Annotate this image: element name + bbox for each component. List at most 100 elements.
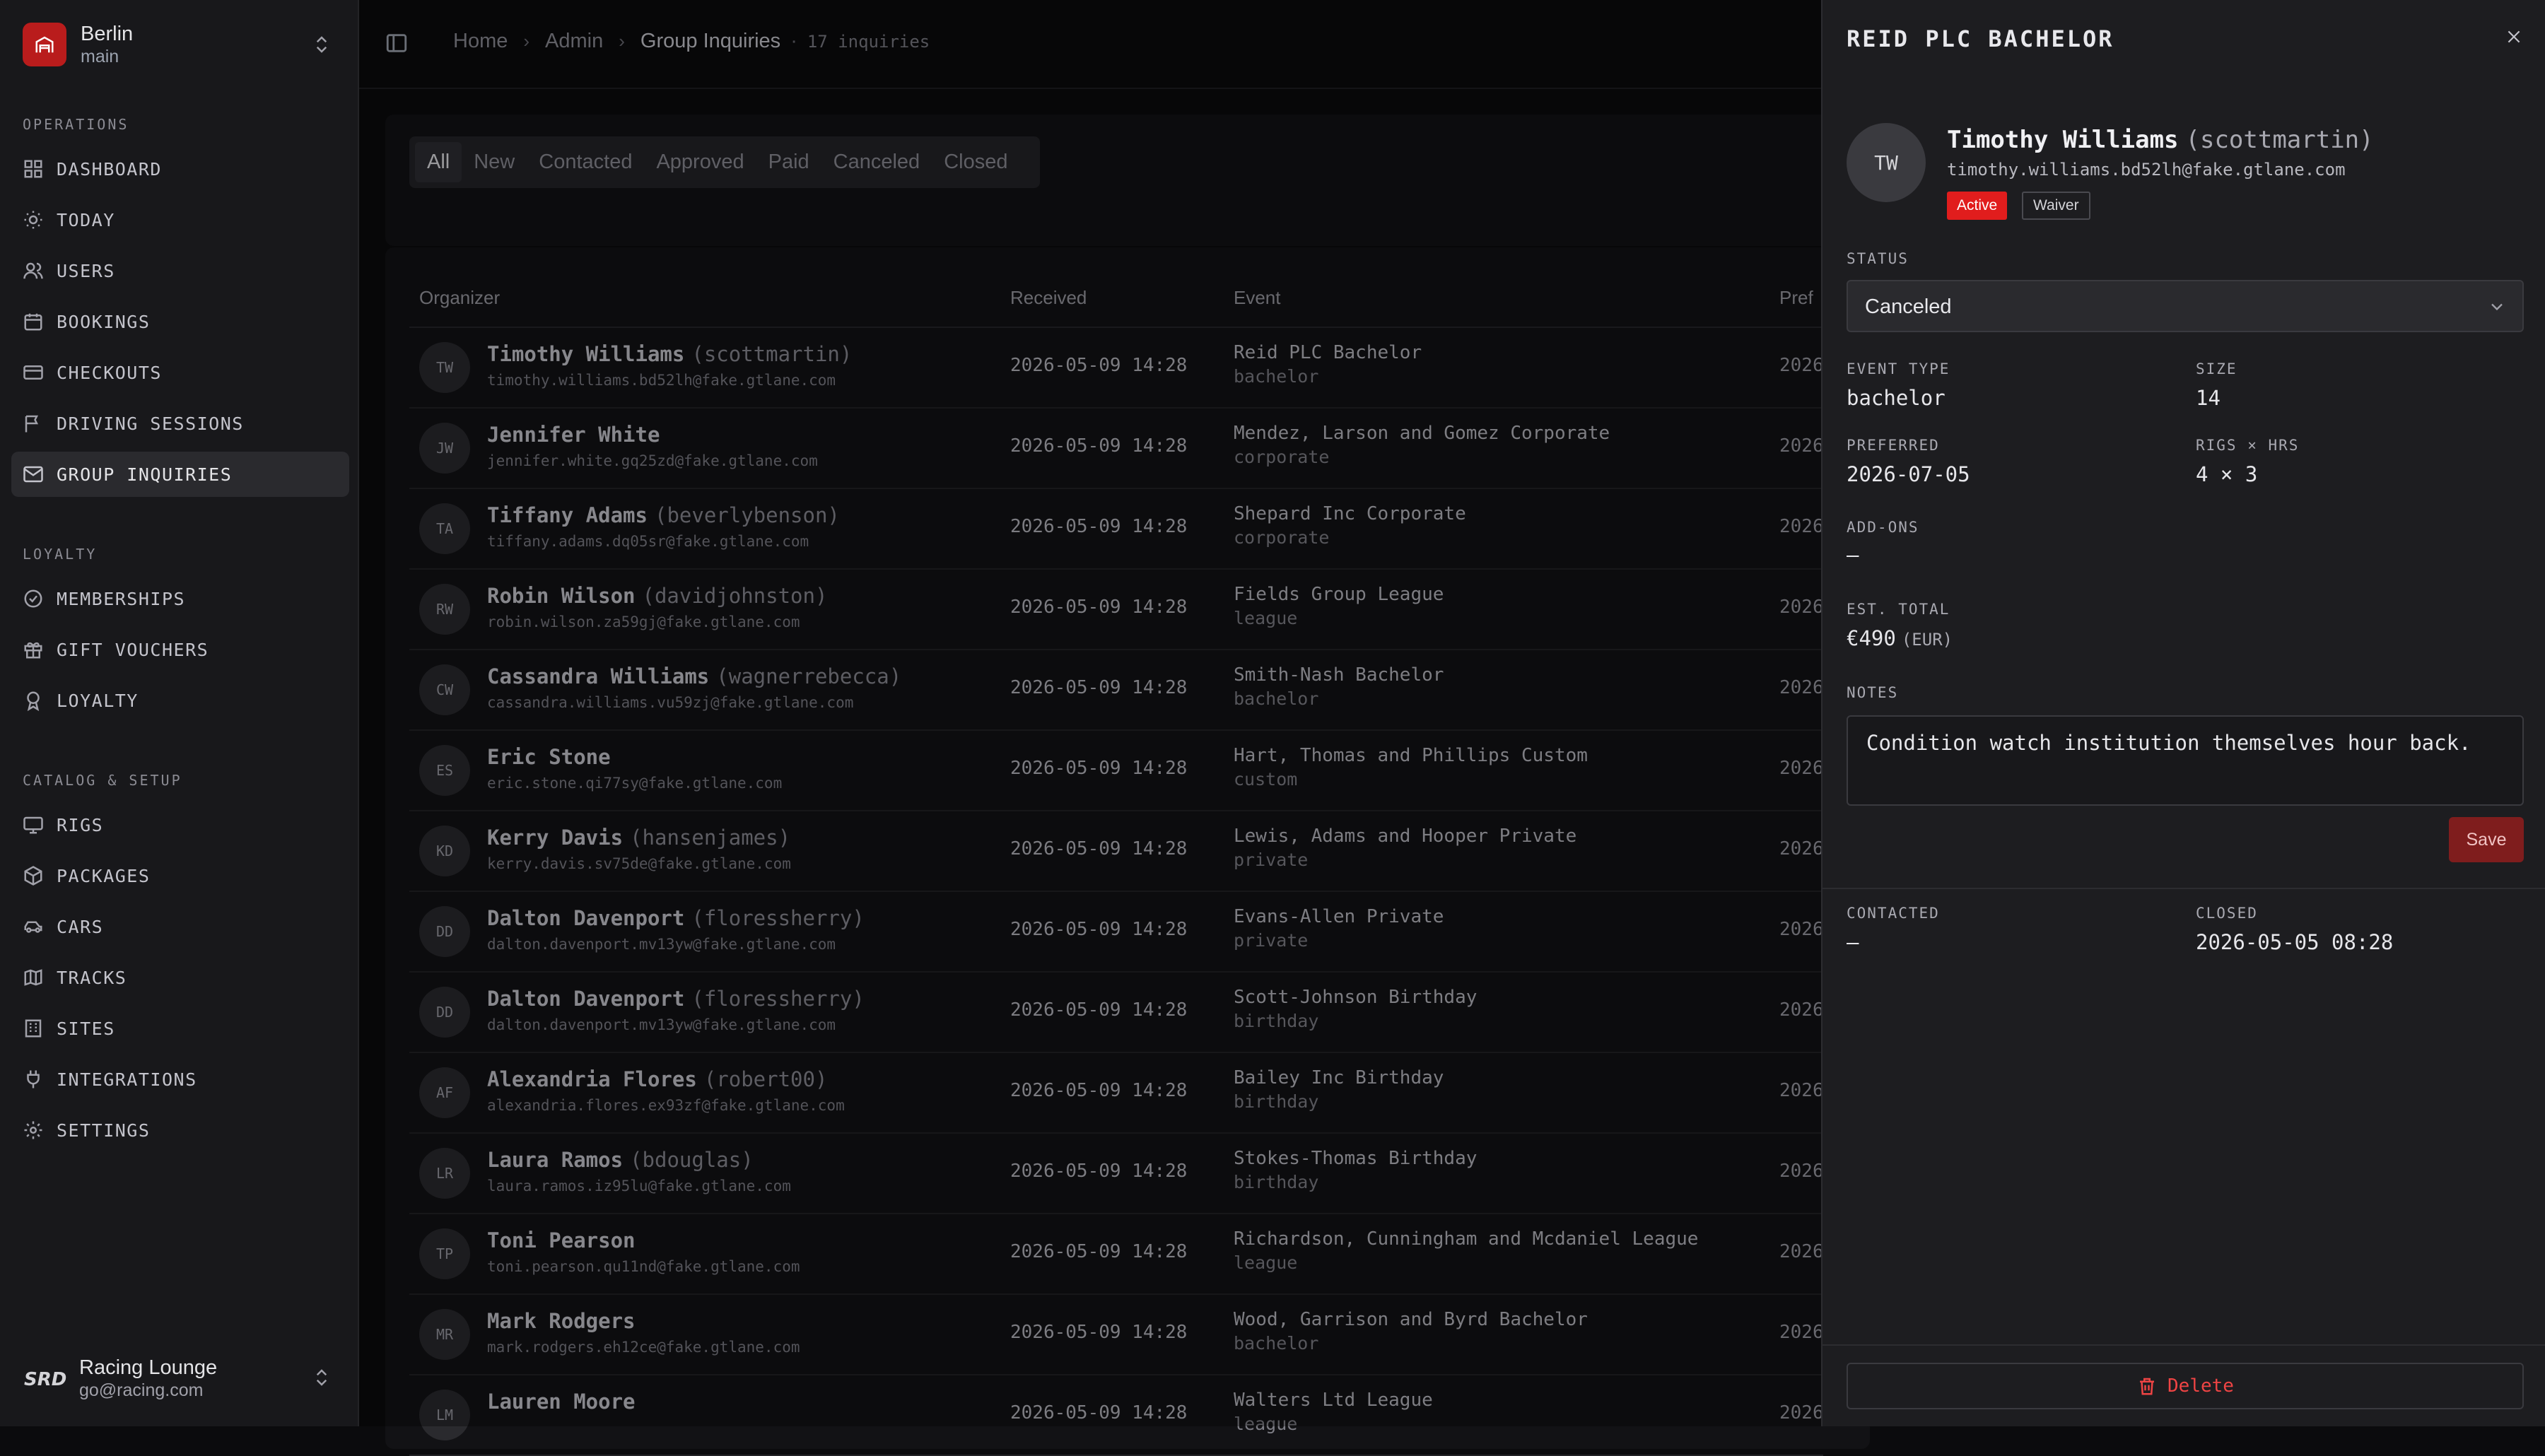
sidebar-item-label: MEMBERSHIPS — [57, 588, 186, 609]
organizer-username: (scottmartin) — [2185, 126, 2374, 154]
add-ons-value: — — [1847, 543, 1859, 567]
sidebar-item-label: TRACKS — [57, 967, 127, 988]
save-button[interactable]: Save — [2449, 817, 2524, 862]
size-label: SIZE — [2196, 360, 2237, 377]
close-icon — [2508, 30, 2520, 43]
sidebar-item-today[interactable]: TODAY — [11, 197, 349, 242]
sidebar-item-loyalty[interactable]: LOYALTY — [11, 678, 349, 723]
sidebar-item-label: DASHBOARD — [57, 158, 162, 180]
plug-icon — [27, 1070, 40, 1088]
nav-group-catalog: CATALOG & SETUP — [23, 772, 182, 789]
sidebar-item-packages[interactable]: PACKAGES — [11, 853, 349, 898]
building-icon — [25, 1019, 42, 1038]
contacted-label: CONTACTED — [1847, 905, 1940, 922]
sidebar-item-label: INTEGRATIONS — [57, 1069, 197, 1090]
nav-group-operations: OPERATIONS — [23, 116, 129, 133]
sidebar-item-label: SITES — [57, 1018, 115, 1039]
gear-icon — [24, 1121, 42, 1139]
workspace-name: Berlin — [81, 23, 134, 45]
status-select-value: Canceled — [1865, 295, 1952, 318]
drawer-title: REID PLC BACHELOR — [1847, 25, 2114, 52]
trash-icon — [2140, 1378, 2155, 1395]
flag-icon — [25, 415, 39, 433]
organizer-full-name: Timothy Williams — [1947, 126, 2179, 154]
sidebar-item-settings[interactable]: SETTINGS — [11, 1108, 349, 1153]
close-button[interactable] — [2500, 23, 2528, 51]
grid-icon — [24, 160, 42, 178]
sidebar-item-label: SETTINGS — [57, 1120, 151, 1141]
svg-text:SRD: SRD — [24, 1369, 66, 1390]
sidebar-item-label: DRIVING SESSIONS — [57, 413, 244, 434]
sidebar-item-label: CHECKOUTS — [57, 362, 162, 383]
workspace-logo-icon — [23, 23, 66, 66]
account-email: go@racing.com — [79, 1380, 204, 1400]
sidebar-item-label: CARS — [57, 916, 104, 937]
status-badge-waiver: Waiver — [2022, 192, 2090, 220]
sidebar-item-label: RIGS — [57, 814, 104, 835]
gift-icon — [24, 642, 42, 659]
racing-logo-icon: SRD — [24, 1369, 66, 1390]
notes-label: NOTES — [1847, 684, 1899, 701]
sidebar: Berlin main OPERATIONS LOYALTY CATALOG &… — [0, 0, 359, 1426]
event-type-value: bachelor — [1847, 386, 1946, 410]
sidebar-item-label: LOYALTY — [57, 690, 139, 711]
est-total-label: EST. TOTAL — [1847, 601, 1950, 618]
nav-group-loyalty: LOYALTY — [23, 546, 98, 563]
delete-button[interactable]: Delete — [1847, 1363, 2524, 1409]
sidebar-item-cars[interactable]: CARS — [11, 904, 349, 949]
sidebar-item-tracks[interactable]: TRACKS — [11, 955, 349, 1000]
delete-label: Delete — [2167, 1375, 2234, 1397]
sidebar-item-sites[interactable]: SITES — [11, 1006, 349, 1051]
check-circle-icon — [24, 589, 42, 608]
inquiry-detail-drawer: REID PLC BACHELOR TW Timothy Williams (sc… — [1821, 0, 2545, 1426]
users-icon — [23, 262, 43, 279]
workspace-branch: main — [81, 47, 119, 66]
status-badge-active: Active — [1947, 192, 2008, 220]
est-total-value: €490 (EUR) — [1847, 626, 1953, 650]
closed-label: CLOSED — [2196, 905, 2258, 922]
sidebar-item-dashboard[interactable]: DASHBOARD — [11, 146, 349, 192]
chevron-up-down-icon — [316, 1369, 327, 1386]
mail-icon — [23, 466, 43, 483]
car-icon — [24, 921, 42, 933]
sidebar-item-driving-sessions[interactable]: DRIVING SESSIONS — [11, 401, 349, 446]
monitor-icon — [23, 816, 43, 834]
est-total-currency: (EUR) — [1901, 630, 1953, 650]
sidebar-item-users[interactable]: USERS — [11, 248, 349, 293]
organizer-name: Timothy Williams (scottmartin) — [1947, 126, 2374, 154]
organizer-avatar: TW — [1847, 123, 1926, 202]
event-type-label: EVENT TYPE — [1847, 360, 1950, 377]
sun-icon — [24, 211, 42, 229]
sidebar-item-label: TODAY — [57, 209, 115, 230]
map-icon — [24, 969, 42, 986]
est-total-amount: €490 — [1847, 626, 1896, 650]
package-icon — [24, 866, 42, 886]
modal-backdrop[interactable] — [359, 0, 1821, 1426]
sidebar-item-label: BOOKINGS — [57, 311, 151, 332]
sidebar-item-integrations[interactable]: INTEGRATIONS — [11, 1057, 349, 1102]
preferred-value: 2026-07-05 — [1847, 462, 1970, 486]
sidebar-item-bookings[interactable]: BOOKINGS — [11, 299, 349, 344]
notes-textarea[interactable]: Condition watch institution themselves h… — [1847, 715, 2524, 806]
sidebar-item-group-inquiries[interactable]: GROUP INQUIRIES — [11, 452, 349, 497]
rigs-hours-value: 4 × 3 — [2196, 462, 2258, 486]
closed-value: 2026-05-05 08:28 — [2196, 930, 2394, 954]
sidebar-item-checkouts[interactable]: CHECKOUTS — [11, 350, 349, 395]
sidebar-item-gift-vouchers[interactable]: GIFT VOUCHERS — [11, 627, 349, 672]
add-ons-label: ADD-ONS — [1847, 519, 1919, 536]
account-name: Racing Lounge — [79, 1356, 218, 1379]
sidebar-item-memberships[interactable]: MEMBERSHIPS — [11, 576, 349, 621]
rigs-hours-label: RIGS × HRS — [2196, 437, 2300, 454]
award-icon — [27, 691, 40, 711]
organizer-email: timothy.williams.bd52lh@fake.gtlane.com — [1947, 160, 2346, 180]
sidebar-item-rigs[interactable]: RIGS — [11, 802, 349, 847]
chevron-down-icon — [2491, 303, 2503, 311]
status-label: STATUS — [1847, 250, 1909, 267]
account-switcher[interactable]: SRD Racing Lounge go@racing.com — [23, 1350, 348, 1407]
workspace-switcher[interactable]: Berlin main — [23, 21, 348, 68]
footer-divider — [1823, 1344, 2545, 1346]
sidebar-item-label: USERS — [57, 260, 115, 281]
preferred-label: PREFERRED — [1847, 437, 1940, 454]
status-select[interactable]: Canceled — [1847, 280, 2524, 332]
credit-card-icon — [23, 365, 43, 380]
